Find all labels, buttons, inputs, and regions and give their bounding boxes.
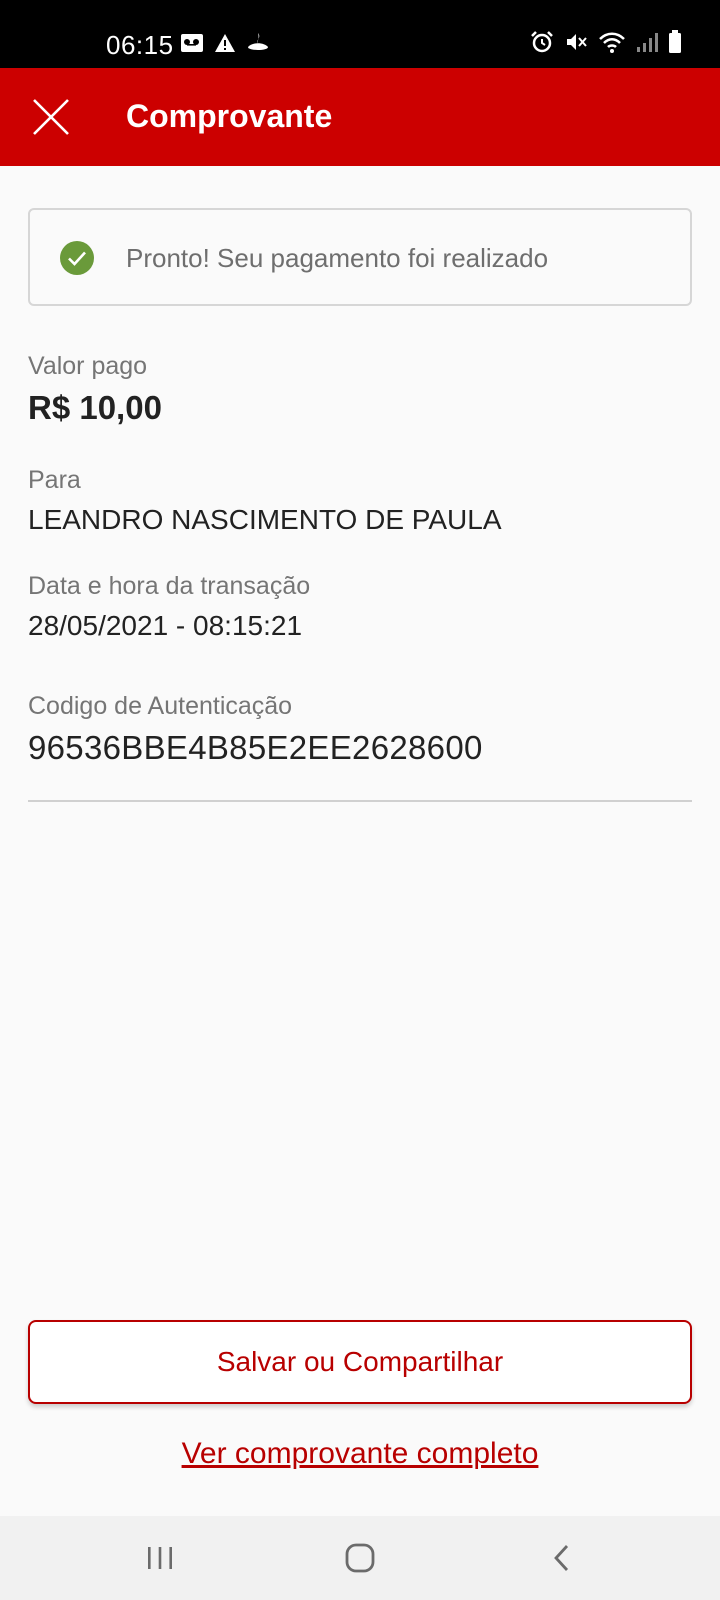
system-nav-bar: [0, 1516, 720, 1600]
back-icon: [554, 1545, 569, 1571]
wifi-icon: [599, 32, 625, 53]
alarm-icon: [531, 31, 553, 53]
full-receipt-link[interactable]: Ver comprovante completo: [0, 1434, 720, 1474]
status-left-icons: [180, 32, 270, 54]
divider: [28, 800, 692, 802]
status-right-icons: [530, 30, 682, 54]
back-button[interactable]: [540, 1536, 584, 1580]
success-banner: Pronto! Seu pagamento foi realizado: [28, 208, 692, 306]
datetime-label: Data e hora da transação: [28, 572, 311, 600]
mute-icon: [567, 34, 587, 50]
close-icon: [33, 99, 69, 135]
signal-icon: [637, 33, 658, 52]
page-title: Comprovante: [126, 98, 333, 134]
status-time: 06:15: [106, 30, 174, 60]
voicemail-icon: [181, 34, 203, 52]
recipient-label: Para: [28, 466, 81, 494]
auth-code-value: 96536BBE4B85E2EE2628600: [28, 729, 483, 766]
recent-apps-icon: [148, 1547, 172, 1569]
recipient-value: LEANDRO NASCIMENTO DE PAULA: [28, 504, 502, 535]
amount-label: Valor pago: [28, 352, 148, 380]
warning-icon: [215, 34, 235, 52]
recent-apps-button[interactable]: [138, 1536, 182, 1580]
datetime-value: 28/05/2021 - 08:15:21: [28, 610, 303, 641]
app-bar: Comprovante: [0, 68, 720, 166]
success-message: Pronto! Seu pagamento foi realizado: [126, 243, 549, 273]
save-share-button[interactable]: Salvar ou Compartilhar: [28, 1320, 692, 1404]
auth-code-label: Codigo de Autenticação: [28, 692, 293, 720]
home-button[interactable]: [338, 1536, 382, 1580]
status-bar: 06:15: [0, 0, 720, 68]
close-button[interactable]: [26, 92, 76, 142]
home-icon: [345, 1543, 375, 1573]
amount-value: R$ 10,00: [28, 389, 162, 426]
santander-flame-icon: [248, 33, 268, 50]
battery-icon: [669, 30, 681, 53]
check-circle-icon: [60, 241, 94, 275]
